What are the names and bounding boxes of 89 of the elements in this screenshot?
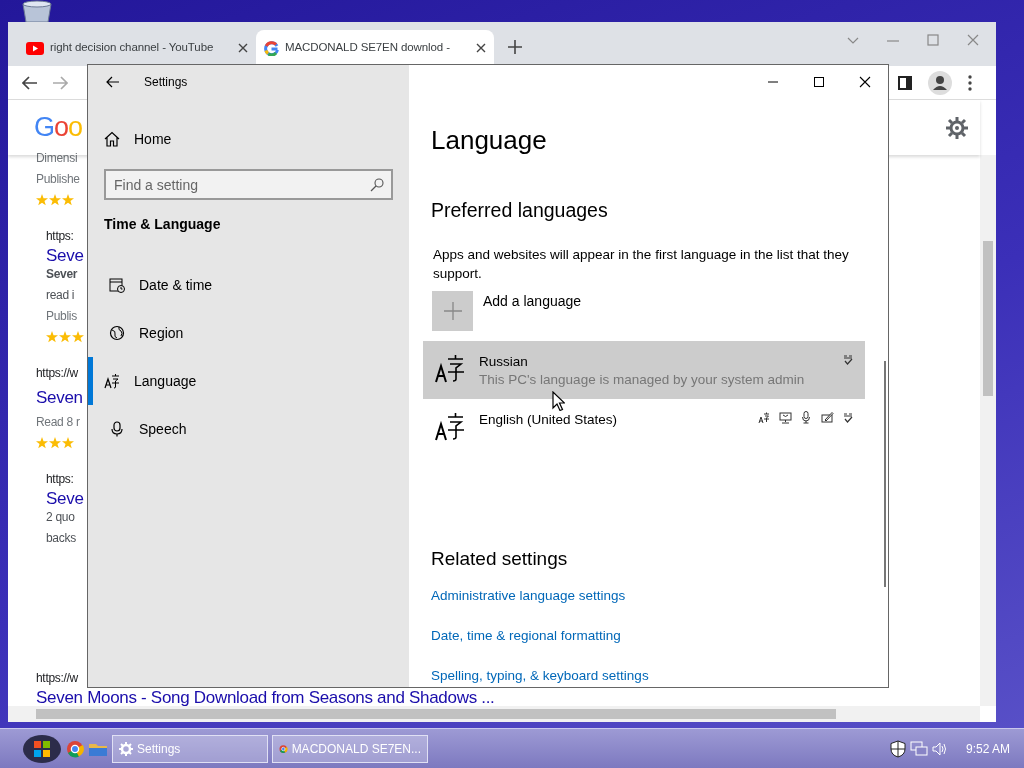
microphone-icon: [109, 421, 125, 437]
nav-item[interactable]: Language: [88, 357, 393, 405]
result-title[interactable]: Seven Moons - Song Download from Seasons and Shadows ...: [36, 689, 495, 706]
list-row[interactable]: English (United States): [423, 399, 865, 452]
star-icon: [36, 194, 48, 206]
scrollbar[interactable]: [884, 361, 886, 587]
settings-icon[interactable]: [946, 116, 968, 139]
result-meta: Publis: [46, 308, 77, 325]
result-snippet: Sever: [46, 266, 78, 283]
result-title[interactable]: Seve: [46, 490, 84, 507]
result-url[interactable]: https://w: [36, 668, 78, 689]
nav-item[interactable]: Region: [88, 309, 393, 357]
globe-icon: [109, 325, 125, 341]
result-meta: Publishe: [36, 171, 80, 188]
section-heading: Preferred languages: [431, 198, 609, 223]
spellcheck-icon: [842, 411, 855, 425]
settings-link[interactable]: Date, time & regional formatting: [431, 626, 888, 647]
calendar-clock-icon: [109, 277, 125, 293]
language-note: This PC's language is managed by your system admin: [479, 371, 805, 390]
back-arrow-icon[interactable]: [106, 76, 120, 88]
description-text: Apps and websites will appear in the first language in the list that they support.: [433, 246, 850, 284]
language-icon: [435, 353, 465, 384]
list-row[interactable]: Russian This PC's language is managed by your system admin: [423, 341, 865, 400]
result-meta: Dimensi: [36, 150, 78, 167]
language-name: Russian: [479, 353, 529, 372]
settings-link[interactable]: Administrative language settings: [431, 585, 888, 606]
forward-arrow-icon[interactable]: [52, 75, 68, 90]
google-icon: [264, 40, 279, 56]
chrome-icon[interactable]: [66, 739, 84, 758]
clock: 9:52 AM: [965, 740, 1010, 758]
menu-icon[interactable]: [968, 74, 972, 91]
page-title: Language: [431, 124, 548, 157]
maximize-icon[interactable]: [813, 76, 825, 88]
language-icon: [435, 411, 465, 442]
browser-tab[interactable]: MACDONALD SE7EN downlod -: [256, 30, 494, 66]
volume-icon[interactable]: [931, 741, 948, 756]
language-pack-icon: [758, 411, 771, 425]
result-title[interactable]: Seven: [36, 384, 83, 412]
star-icon: [49, 194, 61, 206]
result-snippet: backs: [46, 530, 76, 547]
settings-icon: [119, 741, 133, 756]
scrollbar[interactable]: [8, 706, 980, 722]
star-icon: [36, 437, 48, 449]
side-panel-icon[interactable]: [898, 75, 912, 90]
star-icon: [46, 331, 58, 343]
result-title[interactable]: Seve: [46, 247, 84, 264]
bin-icon[interactable]: [20, 0, 54, 22]
star-icon: [62, 194, 74, 206]
back-arrow-icon[interactable]: [22, 75, 38, 90]
result-url[interactable]: https://w: [36, 363, 78, 384]
section-heading: Related settings: [431, 547, 569, 572]
language-name: English (United States): [479, 411, 618, 430]
youtube-icon: [26, 41, 44, 55]
shield-icon[interactable]: [889, 739, 906, 758]
browser-tab[interactable]: right decision channel - YouTube: [18, 30, 256, 66]
star-icon: [59, 331, 71, 343]
avatar-icon[interactable]: [928, 70, 952, 95]
home-link[interactable]: Home: [88, 115, 393, 163]
settings-link[interactable]: Spelling, typing, & keyboard settings: [431, 666, 888, 687]
result-url[interactable]: https:: [46, 226, 74, 247]
result-meta: Read 8 r: [36, 414, 80, 431]
logo: Goo: [34, 111, 83, 145]
result-snippet: read i: [46, 287, 75, 304]
result-url[interactable]: https:: [46, 469, 74, 490]
star-icon: [72, 331, 84, 343]
microphone-icon: [800, 411, 813, 425]
plus-icon: [508, 39, 522, 54]
section-heading: Time & Language: [104, 215, 222, 234]
nav-item[interactable]: Speech: [88, 405, 393, 453]
spellcheck-icon: [842, 353, 855, 367]
mouse-cursor-icon: [552, 391, 565, 411]
handwriting-icon: [821, 411, 834, 425]
search-field[interactable]: Find a setting: [104, 169, 393, 200]
plus-icon: [443, 302, 462, 321]
language-icon: [104, 373, 120, 389]
star-icon: [49, 437, 61, 449]
result-snippet: 2 quo: [46, 509, 75, 526]
close-icon[interactable]: [859, 76, 871, 88]
start-button-icon[interactable]: [22, 733, 62, 764]
search-icon: [370, 178, 384, 192]
close-icon: [476, 43, 486, 53]
star-icon: [62, 437, 74, 449]
add-language-button[interactable]: Add a language: [432, 291, 582, 332]
home-icon: [104, 131, 120, 147]
scrollbar[interactable]: [980, 155, 996, 706]
nav-item[interactable]: Date & time: [88, 261, 393, 309]
speech-display-icon: [779, 411, 792, 425]
window-title: Settings: [144, 74, 188, 91]
close-icon: [238, 43, 248, 53]
